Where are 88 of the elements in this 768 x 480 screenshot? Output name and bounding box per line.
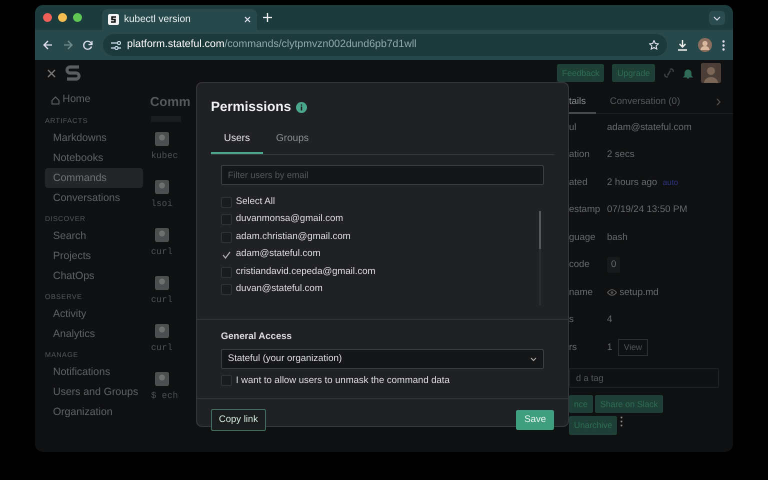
nav-link[interactable]: Home — [45, 90, 143, 110]
avatar — [155, 324, 169, 338]
url-text: platform.stateful.com/commands/clytpmvzn002dund6pb7d1wll — [127, 37, 416, 52]
more-icon[interactable] — [722, 40, 725, 50]
dropdown-icon[interactable] — [709, 10, 725, 24]
copy-link-button[interactable]: Copy link — [210, 408, 266, 431]
nav-link[interactable]: Organization — [45, 402, 143, 422]
checkbox-label[interactable]: I want to allow users to unmask the command data — [236, 374, 450, 388]
logo-icon — [108, 14, 119, 25]
checkbox-label[interactable]: cristiandavid.cepeda@gmail.com — [236, 264, 376, 280]
field-label: rs — [569, 340, 578, 355]
dialog-title: Permissions — [210, 98, 292, 116]
checkbox-label[interactable]: adam.christian@gmail.com — [236, 230, 351, 244]
back-icon[interactable] — [43, 40, 53, 50]
avatar — [155, 180, 169, 194]
field-value: 1 — [607, 340, 612, 355]
field-label: name — [569, 286, 594, 300]
field-label: ation — [569, 148, 591, 162]
view-button[interactable]: View — [618, 339, 648, 356]
command-text: curl — [150, 294, 174, 306]
tab[interactable]: Conversation (0) — [596, 90, 690, 114]
plus-icon[interactable] — [263, 13, 272, 22]
nav-link[interactable]: Notebooks — [45, 148, 143, 168]
field-value: setup.md — [620, 286, 659, 300]
tab[interactable]: Groups — [263, 127, 322, 154]
field-value: 2 secs — [607, 148, 634, 162]
field-value: bash — [607, 230, 628, 245]
download-icon[interactable] — [677, 40, 688, 50]
nav-link[interactable]: Users and Groups — [45, 382, 143, 402]
page-title: Comm — [149, 93, 192, 111]
reload-icon[interactable] — [83, 40, 93, 50]
command-text: lsoi — [150, 198, 174, 210]
caret-icon — [530, 356, 537, 362]
field-label: estamp — [569, 203, 602, 218]
nav-link[interactable]: Conversations — [45, 188, 143, 208]
field-value: adam@stateful.com — [607, 120, 692, 135]
checkbox-label[interactable]: adam@stateful.com — [236, 247, 320, 262]
chevron-right-icon[interactable] — [716, 98, 721, 106]
checkbox-label[interactable]: duvan@stateful.com — [236, 282, 323, 297]
access-select[interactable]: Stateful (your organization) — [220, 349, 544, 369]
tab[interactable]: Users — [210, 127, 263, 154]
nav-link[interactable]: Commands — [45, 168, 143, 188]
field-label: ul — [569, 120, 578, 135]
avatar[interactable] — [698, 38, 712, 52]
browser-tab[interactable]: kubectl version — [102, 9, 257, 30]
nav-link[interactable]: Markdowns — [45, 128, 143, 148]
forward-icon[interactable] — [63, 40, 73, 50]
field-label: code — [569, 258, 591, 272]
eye-icon — [607, 289, 617, 296]
tab[interactable]: tails — [569, 90, 596, 114]
tag-field[interactable]: d a tag — [569, 368, 719, 388]
logo-icon — [64, 64, 82, 82]
command-text: curl — [150, 342, 174, 354]
avatar — [155, 276, 169, 290]
info-icon[interactable] — [296, 102, 308, 113]
command-text: $ ech — [150, 390, 180, 402]
command-text: kubec — [150, 150, 180, 162]
field-label: s — [569, 313, 575, 328]
home-icon — [51, 96, 60, 104]
bookmark-star-icon[interactable] — [649, 40, 659, 50]
nav-link[interactable]: Activity — [45, 304, 143, 324]
nav-link[interactable]: Projects — [45, 246, 143, 266]
section-label: General Access — [220, 330, 293, 344]
field-value: 2 hours ago — [607, 176, 658, 190]
site-settings-icon — [111, 40, 121, 50]
field-value: 4 — [607, 313, 612, 328]
close-icon[interactable] — [47, 68, 56, 78]
filter-field[interactable]: Filter users by email — [220, 165, 544, 186]
avatar — [155, 132, 169, 146]
address-bar[interactable]: platform.stateful.com/commands/clytpmvzn002dund6pb7d1wll — [103, 34, 667, 56]
field-label: guage — [569, 230, 596, 245]
field-value: 0 — [607, 257, 620, 274]
nav-link[interactable]: ChatOps — [45, 266, 143, 286]
check-icon[interactable] — [220, 249, 232, 260]
avatar — [155, 372, 169, 386]
status-tag: auto — [662, 176, 678, 189]
field-label: ated — [569, 176, 588, 190]
save-button[interactable]: Save — [516, 410, 554, 430]
nav-link[interactable]: Analytics — [45, 324, 143, 344]
nav-link[interactable]: Notifications — [45, 362, 143, 382]
field-value: 07/19/24 13:50 PM — [607, 203, 688, 218]
more-icon[interactable] — [620, 416, 623, 427]
bell-icon[interactable] — [683, 68, 693, 78]
avatar — [155, 228, 169, 242]
command-text: curl — [150, 246, 174, 258]
checkbox-label[interactable]: Select All — [236, 194, 275, 210]
checkbox-label[interactable]: duvanmonsa@gmail.com — [236, 212, 344, 227]
nav-link[interactable]: Search — [45, 226, 143, 246]
